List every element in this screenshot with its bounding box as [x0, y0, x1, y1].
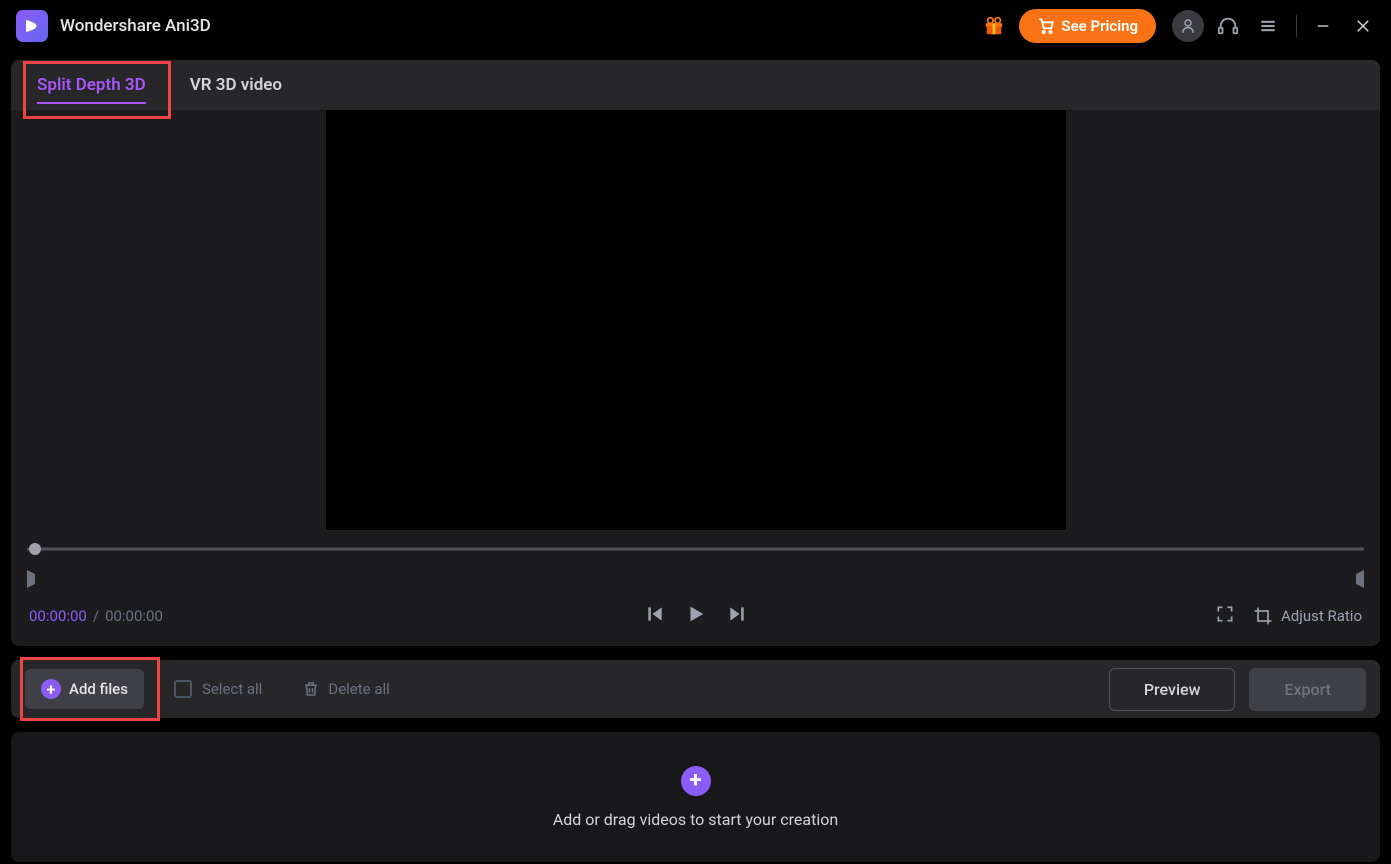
titlebar: Wondershare Ani3D See Pricing [0, 0, 1391, 52]
delete-all-label: Delete all [328, 680, 389, 698]
dropzone[interactable]: + Add or drag videos to start your creat… [11, 732, 1380, 862]
user-icon[interactable] [1172, 10, 1204, 42]
gift-icon[interactable] [983, 15, 1005, 37]
add-files-button[interactable]: + Add files [25, 669, 144, 709]
see-pricing-button[interactable]: See Pricing [1019, 9, 1156, 43]
delete-all-button[interactable]: Delete all [302, 680, 389, 698]
trim-end-handle[interactable] [1354, 570, 1364, 588]
tab-vr-3d-video[interactable]: VR 3D video [168, 60, 304, 110]
tab-label: VR 3D video [190, 75, 282, 95]
time-total: 00:00:00 [105, 607, 163, 625]
scrubber-thumb[interactable] [29, 543, 41, 555]
previous-button[interactable] [645, 604, 665, 628]
video-canvas [326, 110, 1066, 530]
close-button[interactable] [1351, 14, 1375, 38]
time-display: 00:00:00 / 00:00:00 [29, 607, 163, 625]
next-button[interactable] [727, 604, 747, 628]
time-separator: / [93, 607, 99, 625]
hamburger-menu-icon[interactable] [1252, 10, 1284, 42]
preview-area [11, 110, 1380, 530]
crop-icon [1253, 606, 1273, 626]
tab-label: Split Depth 3D [37, 75, 146, 95]
plus-icon: + [41, 679, 61, 699]
minimize-button[interactable] [1311, 14, 1335, 38]
time-current: 00:00:00 [29, 607, 87, 625]
dropzone-plus-icon[interactable]: + [681, 766, 711, 796]
toolbar: + Add files Select all Delete all Previe… [11, 660, 1380, 718]
adjust-ratio-button[interactable]: Adjust Ratio [1253, 606, 1362, 626]
tab-split-depth-3d[interactable]: Split Depth 3D [15, 60, 168, 110]
adjust-ratio-label: Adjust Ratio [1281, 607, 1362, 625]
controls-bar: 00:00:00 / 00:00:00 Adjust Ratio [19, 590, 1372, 638]
app-logo [16, 10, 48, 42]
trim-start-handle[interactable] [27, 570, 37, 588]
checkbox-icon [174, 680, 192, 698]
preview-button[interactable]: Preview [1109, 668, 1236, 711]
trash-icon [302, 680, 320, 698]
preview-label: Preview [1144, 680, 1201, 699]
dropzone-hint: Add or drag videos to start your creatio… [553, 810, 838, 829]
scrubber[interactable] [27, 542, 1364, 556]
pricing-label: See Pricing [1061, 17, 1138, 35]
select-all-checkbox[interactable]: Select all [174, 680, 262, 698]
timeline-area: 00:00:00 / 00:00:00 Adjust Ratio [11, 530, 1380, 646]
cart-icon [1037, 17, 1055, 35]
export-button[interactable]: Export [1249, 668, 1366, 711]
select-all-label: Select all [202, 680, 262, 698]
app-title: Wondershare Ani3D [60, 16, 211, 36]
fullscreen-icon[interactable] [1215, 604, 1235, 628]
trim-bar[interactable] [27, 568, 1364, 590]
divider [1296, 15, 1297, 37]
export-label: Export [1284, 680, 1331, 699]
headset-icon[interactable] [1212, 10, 1244, 42]
tabs-bar: Split Depth 3D VR 3D video [11, 60, 1380, 110]
add-files-label: Add files [69, 680, 128, 698]
scrubber-track [27, 548, 1364, 551]
play-button[interactable] [685, 603, 707, 629]
